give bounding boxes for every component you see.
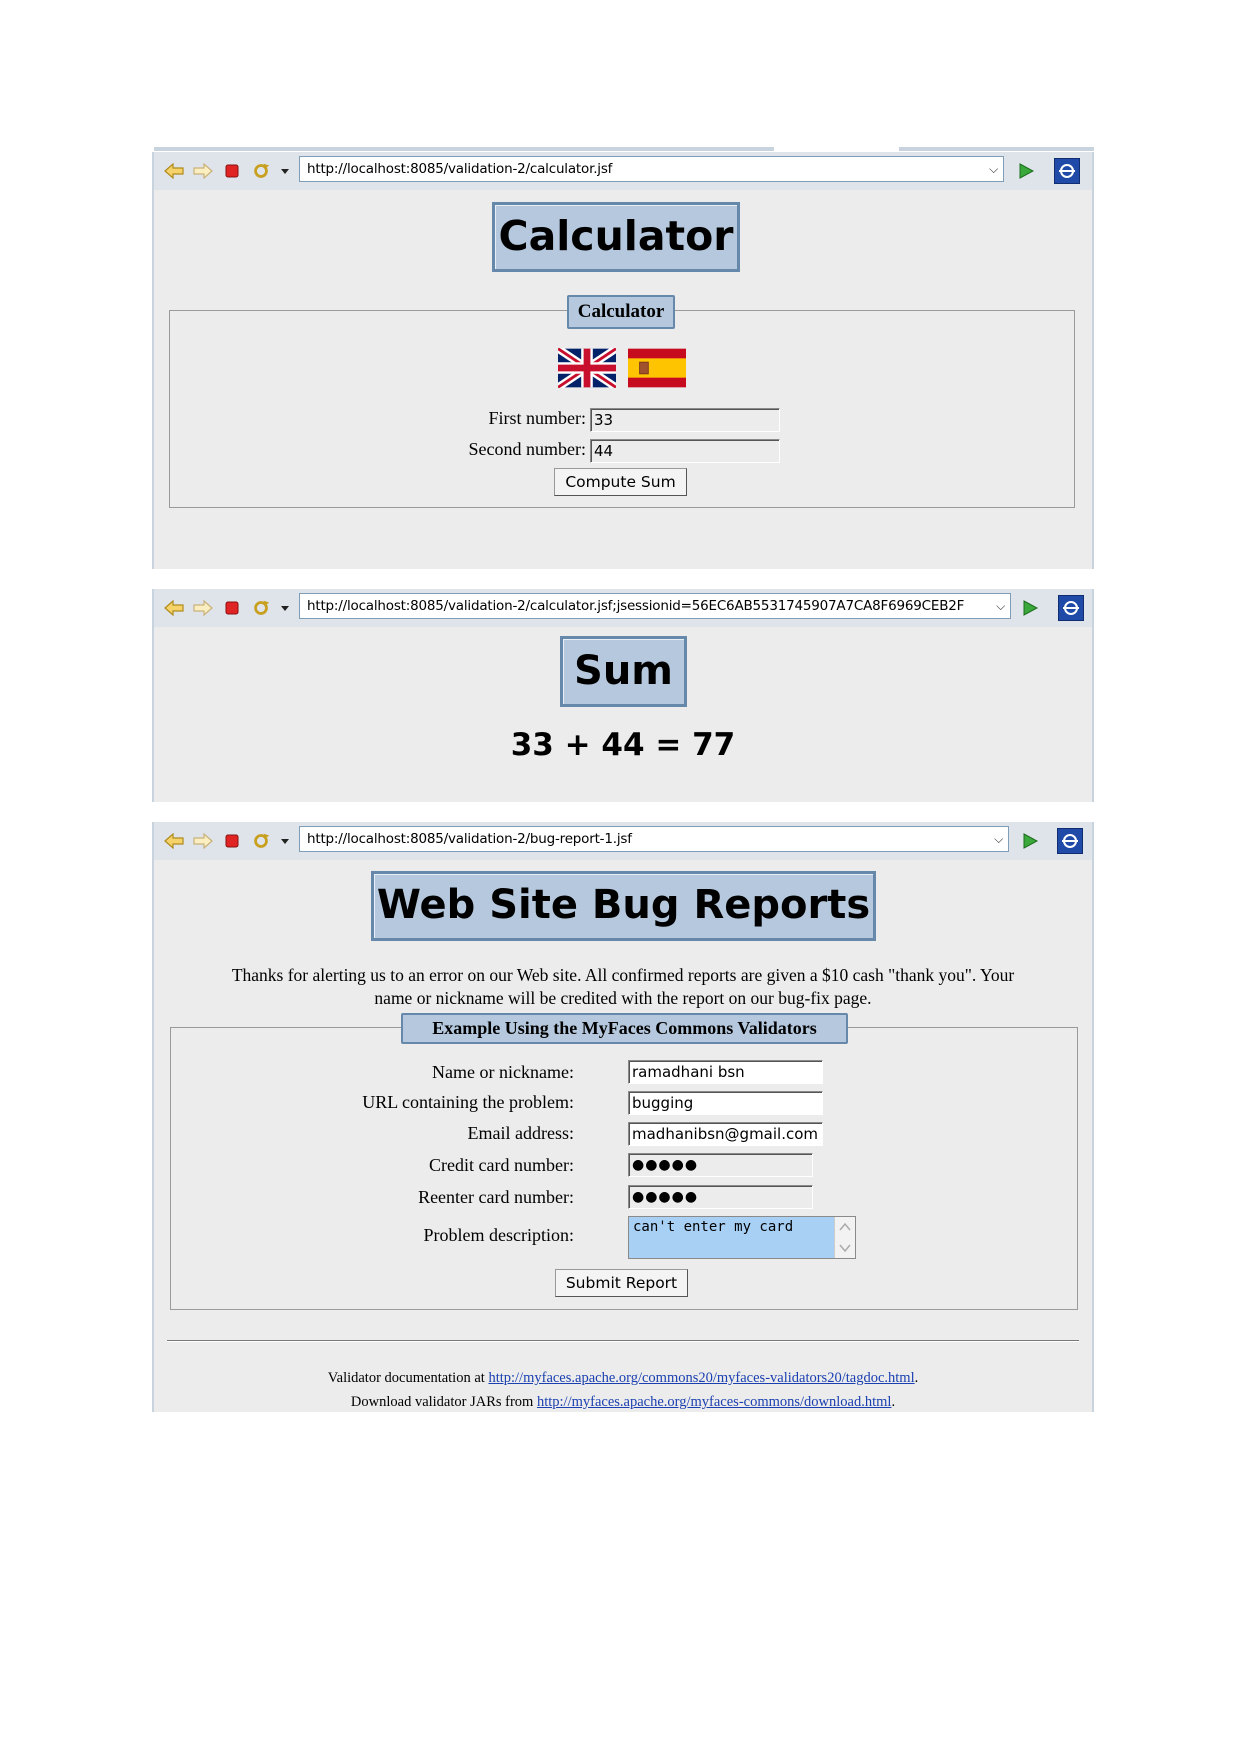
web-browser-icon[interactable] — [1058, 595, 1084, 621]
page-title: Calculator — [492, 202, 740, 272]
sum-window: http://localhost:8085/validation-2/calcu… — [152, 589, 1094, 802]
go-icon[interactable] — [1020, 598, 1040, 618]
intro-line-2: name or nickname will be credited with t… — [374, 988, 872, 1008]
chevron-down-icon[interactable] — [280, 598, 290, 618]
problem-description-text: can't enter my card — [633, 1219, 794, 1235]
chevron-down-icon[interactable]: ⌵ — [996, 594, 1005, 618]
download-jars-link[interactable]: http://myfaces.apache.org/myfaces-common… — [537, 1394, 892, 1410]
url-problem-label: URL containing the problem: — [362, 1092, 574, 1112]
intro-text: Thanks for alerting us to an error on ou… — [164, 964, 1082, 1010]
refresh-icon[interactable] — [251, 598, 271, 618]
compute-sum-button[interactable]: Compute Sum — [554, 468, 687, 496]
second-number-label: Second number: — [468, 439, 586, 459]
chevron-down-icon[interactable]: ⌵ — [989, 157, 998, 181]
email-label: Email address: — [467, 1123, 574, 1143]
back-icon[interactable] — [164, 598, 184, 618]
submit-report-button[interactable]: Submit Report — [555, 1269, 688, 1297]
stop-icon[interactable] — [222, 161, 242, 181]
refresh-icon[interactable] — [251, 831, 271, 851]
second-number-input[interactable]: 44 — [590, 439, 780, 463]
browser-toolbar: http://localhost:8085/validation-2/calcu… — [154, 152, 1092, 190]
name-label: Name or nickname: — [432, 1062, 574, 1082]
first-number-input[interactable]: 33 — [590, 408, 780, 432]
chevron-down-icon[interactable] — [280, 161, 290, 181]
problem-description-textarea[interactable]: can't enter my card — [628, 1216, 856, 1259]
footer-line-1: Validator documentation at http://myface… — [154, 1366, 1092, 1390]
url-text: http://localhost:8085/validation-2/calcu… — [307, 161, 613, 177]
forward-icon[interactable] — [193, 161, 213, 181]
scrollbar[interactable] — [834, 1217, 855, 1258]
uk-flag-icon[interactable] — [555, 345, 619, 391]
footer-text: . — [914, 1370, 919, 1386]
bug-report-window: http://localhost:8085/validation-2/bug-r… — [152, 822, 1094, 1412]
footer-text: . — [891, 1394, 896, 1410]
page-title: Web Site Bug Reports — [371, 871, 876, 941]
reenter-card-input[interactable]: ●●●●● — [628, 1185, 813, 1209]
web-browser-icon[interactable] — [1057, 828, 1083, 854]
go-icon[interactable] — [1016, 161, 1036, 181]
spain-flag-icon[interactable] — [628, 348, 686, 388]
fieldset-legend: Calculator — [567, 295, 675, 329]
first-number-label: First number: — [488, 408, 587, 428]
browser-toolbar: http://localhost:8085/validation-2/bug-r… — [154, 822, 1092, 860]
back-icon[interactable] — [164, 161, 184, 181]
name-input[interactable]: ramadhani bsn — [628, 1060, 823, 1084]
credit-card-input[interactable]: ●●●●● — [628, 1153, 813, 1177]
footer-line-2: Download validator JARs from http://myfa… — [154, 1390, 1092, 1414]
stop-icon[interactable] — [222, 598, 242, 618]
forward-icon[interactable] — [193, 598, 213, 618]
browser-toolbar: http://localhost:8085/validation-2/calcu… — [154, 589, 1092, 627]
web-browser-icon[interactable] — [1054, 158, 1080, 184]
chevron-down-icon[interactable] — [280, 831, 290, 851]
url-text: http://localhost:8085/validation-2/calcu… — [307, 598, 965, 614]
reenter-card-label: Reenter card number: — [418, 1187, 574, 1207]
sum-result: 33 + 44 = 77 — [510, 727, 736, 763]
url-input[interactable]: http://localhost:8085/validation-2/bug-r… — [299, 826, 1009, 852]
credit-card-label: Credit card number: — [429, 1155, 574, 1175]
calculator-window: http://localhost:8085/validation-2/calcu… — [152, 147, 1094, 569]
email-input[interactable]: madhanibsn@gmail.com — [628, 1122, 823, 1146]
stop-icon[interactable] — [222, 831, 242, 851]
forward-icon[interactable] — [193, 831, 213, 851]
chevron-down-icon[interactable]: ⌵ — [994, 827, 1003, 851]
go-icon[interactable] — [1020, 831, 1040, 851]
refresh-icon[interactable] — [251, 161, 271, 181]
footer-text: Validator documentation at — [327, 1370, 489, 1386]
problem-description-label: Problem description: — [423, 1225, 574, 1245]
url-text: http://localhost:8085/validation-2/bug-r… — [307, 831, 632, 847]
fieldset-legend: Example Using the MyFaces Commons Valida… — [401, 1013, 848, 1044]
divider — [167, 1340, 1079, 1342]
url-input[interactable]: http://localhost:8085/validation-2/calcu… — [299, 156, 1004, 182]
footer-text: Download validator JARs from — [350, 1394, 537, 1410]
page-title: Sum — [560, 636, 687, 707]
validator-docs-link[interactable]: http://myfaces.apache.org/commons20/myfa… — [488, 1370, 914, 1386]
footer: Validator documentation at http://myface… — [154, 1366, 1092, 1414]
url-input[interactable]: http://localhost:8085/validation-2/calcu… — [299, 593, 1011, 619]
back-icon[interactable] — [164, 831, 184, 851]
intro-line-1: Thanks for alerting us to an error on ou… — [231, 965, 1015, 985]
url-problem-input[interactable]: bugging — [628, 1091, 823, 1115]
